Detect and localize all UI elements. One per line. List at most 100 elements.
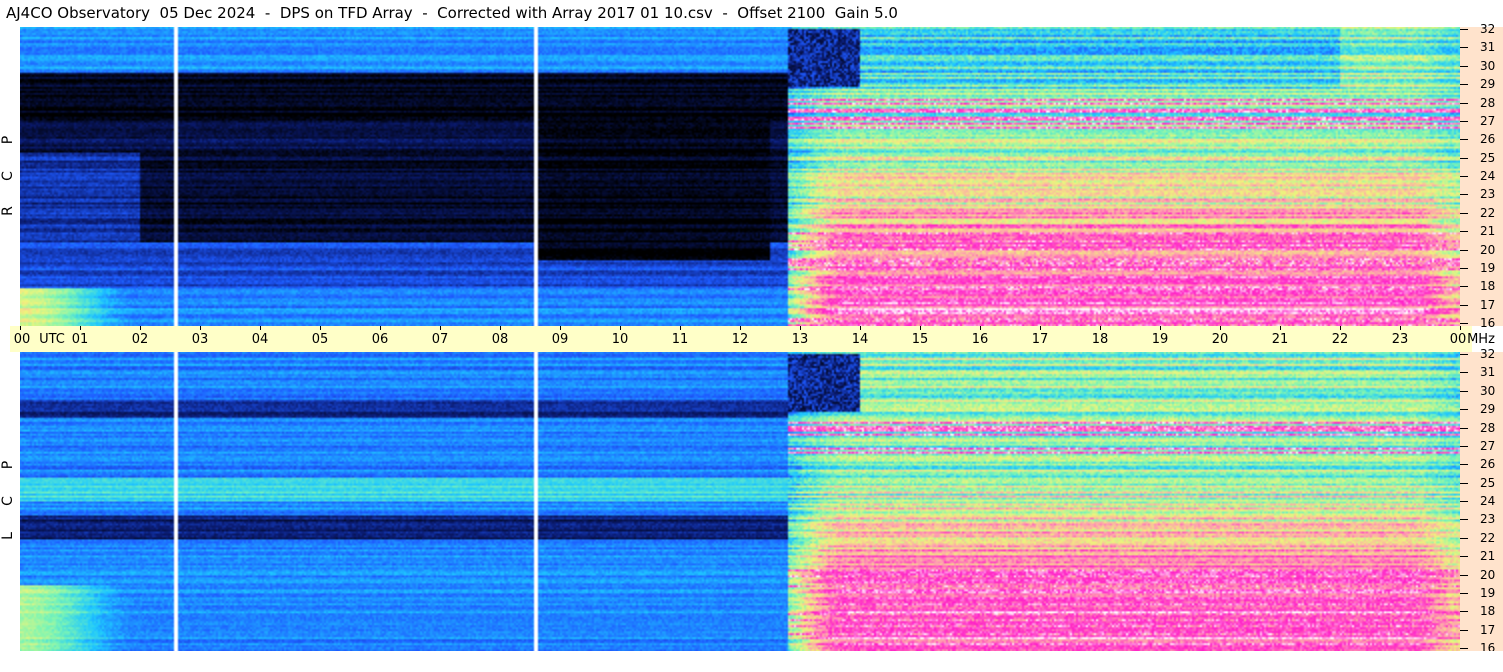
freq-tick-mark <box>1460 176 1468 177</box>
freq-tick-mark <box>1460 427 1468 429</box>
freq-tick-label: 18 <box>1480 279 1496 294</box>
freq-tick-label: 29 <box>1480 402 1496 417</box>
freq-tick-mark <box>1460 47 1468 49</box>
page-title: AJ4CO Observatory 05 Dec 2024 - DPS on T… <box>6 4 898 22</box>
time-tick-mark <box>1460 326 1461 330</box>
freq-tick-mark <box>1460 445 1468 447</box>
time-tick-mark <box>1160 326 1161 330</box>
freq-tick-label: 23 <box>1480 187 1496 202</box>
time-tick-label: 02 <box>131 332 149 347</box>
time-tick-mark <box>1220 326 1221 330</box>
time-tick-label: 22 <box>1331 332 1349 347</box>
freq-tick-mark <box>1460 629 1468 631</box>
freq-tick-mark <box>1460 464 1468 466</box>
freq-tick-label: 18 <box>1480 604 1496 619</box>
time-tick-mark <box>860 326 861 330</box>
freq-tick-mark <box>1460 231 1468 233</box>
time-tick-label: 17 <box>1031 332 1049 347</box>
freq-tick-label: 26 <box>1480 457 1496 472</box>
time-tick-label: 19 <box>1151 332 1169 347</box>
freq-tick-label: 32 <box>1480 347 1496 361</box>
time-tick-mark <box>20 326 21 330</box>
freq-tick-mark <box>1460 390 1468 392</box>
freq-tick-label: 27 <box>1480 113 1496 128</box>
freq-tick-mark <box>1460 592 1468 594</box>
freq-tick-label: 28 <box>1480 420 1496 435</box>
freq-tick-mark <box>1460 267 1468 269</box>
freq-tick-mark <box>1460 29 1468 30</box>
time-tick-label: 14 <box>851 332 869 347</box>
time-tick-mark <box>680 326 681 330</box>
freq-tick-mark <box>1460 102 1468 104</box>
panel-letter: C <box>0 495 16 506</box>
freq-tick-label: 19 <box>1480 260 1496 275</box>
freq-tick-label: 30 <box>1480 383 1496 398</box>
time-tick-label: 07 <box>431 332 449 347</box>
time-tick-label: 20 <box>1211 332 1229 347</box>
freq-tick-mark <box>1460 212 1468 214</box>
freq-tick-mark <box>1460 519 1468 521</box>
time-tick-label: 11 <box>671 332 689 347</box>
freq-tick-label: 30 <box>1480 58 1496 73</box>
freq-tick-mark <box>1460 537 1468 539</box>
freq-tick-mark <box>1460 354 1468 355</box>
time-tick-mark <box>1040 326 1041 330</box>
panel-letter: P <box>0 460 16 469</box>
time-tick-label: 01 <box>71 332 89 347</box>
time-tick-mark <box>1100 326 1101 330</box>
time-tick-mark <box>620 326 621 330</box>
time-tick-mark <box>500 326 501 330</box>
freq-tick-label: 16 <box>1480 316 1496 330</box>
time-tick-mark <box>440 326 441 330</box>
time-tick-mark <box>560 326 561 330</box>
time-unit-label: UTC <box>39 332 65 347</box>
freq-tick-label: 19 <box>1480 585 1496 600</box>
freq-unit-label: MHz <box>1467 332 1495 347</box>
freq-tick-mark <box>1460 194 1468 196</box>
spectrogram-rcp[interactable] <box>20 27 1460 326</box>
time-tick-label: 05 <box>311 332 329 347</box>
freq-tick-label: 24 <box>1480 169 1496 183</box>
time-tick-mark <box>920 326 921 330</box>
freq-tick-mark <box>1460 286 1468 288</box>
freq-tick-mark <box>1460 84 1468 86</box>
freq-tick-mark <box>1460 157 1468 159</box>
freq-tick-label: 21 <box>1480 549 1496 564</box>
freq-tick-label: 29 <box>1480 77 1496 92</box>
time-tick-label: 08 <box>491 332 509 347</box>
freq-tick-label: 22 <box>1480 530 1496 545</box>
time-tick-label: 13 <box>791 332 809 347</box>
freq-tick-mark <box>1460 556 1468 558</box>
time-tick-mark <box>80 326 81 330</box>
freq-tick-mark <box>1460 65 1468 67</box>
freq-tick-mark <box>1460 304 1468 306</box>
time-tick-label: 00 <box>13 332 31 347</box>
time-tick-mark <box>1280 326 1281 330</box>
freq-tick-label: 25 <box>1480 150 1496 165</box>
freq-tick-mark <box>1460 482 1468 484</box>
spectrogram-lcp[interactable] <box>20 352 1460 651</box>
time-tick-mark <box>140 326 141 330</box>
time-tick-mark <box>1400 326 1401 330</box>
time-tick-label: 03 <box>191 332 209 347</box>
freq-tick-mark <box>1460 139 1468 141</box>
freq-tick-label: 22 <box>1480 205 1496 220</box>
freq-tick-mark <box>1460 120 1468 122</box>
freq-tick-mark <box>1460 648 1468 649</box>
time-tick-label: 21 <box>1271 332 1289 347</box>
time-tick-label: 04 <box>251 332 269 347</box>
time-tick-label: 15 <box>911 332 929 347</box>
freq-tick-label: 20 <box>1480 567 1496 582</box>
freq-tick-label: 21 <box>1480 224 1496 239</box>
time-tick-mark <box>1340 326 1341 330</box>
freq-tick-mark <box>1460 249 1468 251</box>
time-tick-label: 12 <box>731 332 749 347</box>
time-tick-label: 16 <box>971 332 989 347</box>
spectrogram-rcp-canvas <box>20 27 1460 326</box>
panel-letter: P <box>0 135 16 144</box>
time-tick-label: 23 <box>1391 332 1409 347</box>
freq-tick-label: 26 <box>1480 132 1496 147</box>
time-tick-label: 18 <box>1091 332 1109 347</box>
spectrogram-lcp-canvas <box>20 352 1460 651</box>
time-tick-mark <box>980 326 981 330</box>
